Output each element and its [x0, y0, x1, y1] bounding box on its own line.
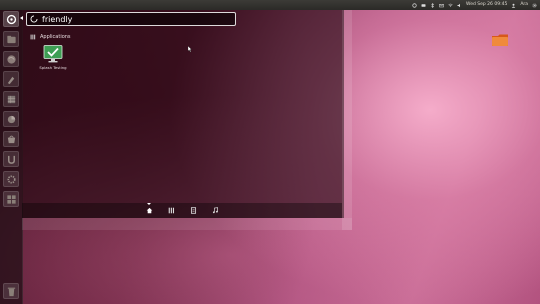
mail-icon[interactable]: [439, 3, 444, 8]
network-icon[interactable]: [448, 3, 453, 8]
software-center-icon[interactable]: [3, 131, 19, 147]
music-lens-icon[interactable]: [211, 207, 219, 215]
home-lens-icon[interactable]: [145, 202, 153, 215]
bluetooth-icon[interactable]: [430, 2, 435, 8]
ubuntu-one-icon[interactable]: [3, 151, 19, 167]
dash-edge-right: [342, 10, 352, 230]
panel-clock[interactable]: Wed Sep 26 09:45: [466, 0, 507, 10]
section-title: Applications: [40, 34, 71, 40]
dash-search-box[interactable]: [26, 12, 236, 26]
files-icon[interactable]: [3, 31, 19, 47]
panel-indicators: Wed Sep 26 09:45 Ara: [412, 0, 537, 10]
launcher-active-arrow-icon: [20, 16, 23, 20]
firefox-icon[interactable]: [3, 51, 19, 67]
settings-icon[interactable]: [3, 171, 19, 187]
monitor-check-icon: [43, 45, 63, 63]
desktop-folder-icon[interactable]: [491, 32, 509, 46]
top-panel: Wed Sep 26 09:45 Ara: [0, 0, 540, 10]
libreoffice-writer-icon[interactable]: [3, 71, 19, 87]
applications-category-icon: [30, 34, 36, 40]
dash-lens-bar: [22, 202, 342, 218]
result-splash-testing[interactable]: Splash Testing: [38, 44, 68, 76]
dash-overlay: [22, 10, 344, 218]
files-lens-icon[interactable]: [189, 207, 197, 215]
dash-edge-bottom: [22, 218, 352, 230]
trash-icon[interactable]: [3, 283, 19, 299]
applications-section-header: Applications: [30, 34, 71, 40]
mouse-pointer-icon: [188, 46, 192, 52]
result-label: Splash Testing: [39, 65, 67, 70]
power-gear-icon[interactable]: [532, 3, 537, 8]
libreoffice-impress-icon[interactable]: [3, 111, 19, 127]
workspaces-icon[interactable]: [3, 191, 19, 207]
search-input[interactable]: [42, 13, 222, 25]
applications-lens-icon[interactable]: [167, 207, 175, 215]
volume-icon[interactable]: [457, 3, 462, 8]
indicator-icon[interactable]: [412, 2, 417, 8]
libreoffice-calc-icon[interactable]: [3, 91, 19, 107]
panel-user-name[interactable]: Ara: [520, 0, 528, 10]
keyboard-icon[interactable]: [421, 3, 426, 8]
bfb-dash-icon[interactable]: [3, 11, 19, 27]
user-icon: [511, 3, 516, 8]
search-spinner-icon: [30, 15, 38, 23]
launcher: [0, 10, 23, 304]
